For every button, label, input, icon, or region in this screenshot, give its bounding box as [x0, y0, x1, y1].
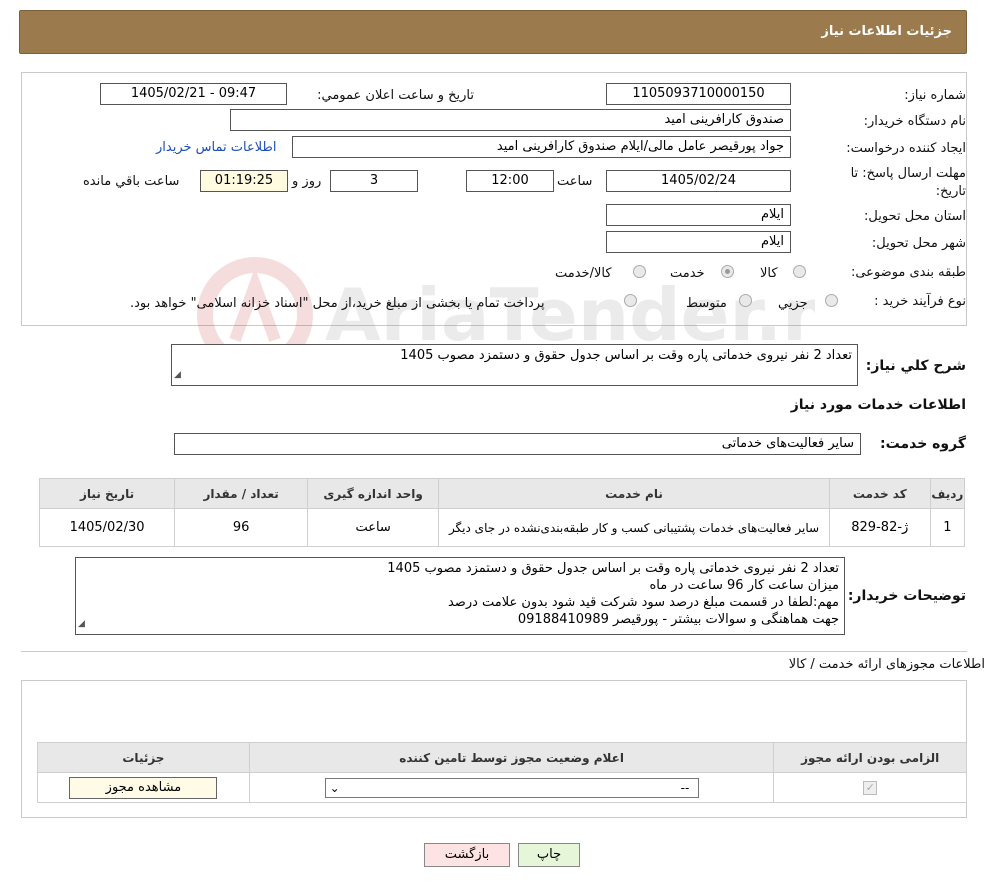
cell-row: 1 — [929, 508, 966, 547]
buyer-notes-textarea[interactable]: تعداد 2 نفر نیروی خدماتی پاره وقت بر اسا… — [75, 557, 845, 635]
permit-status-value: -- — [680, 780, 690, 795]
cell-name: سایر فعالیت‌های خدمات پشتیبانی کسب و کار… — [438, 508, 830, 547]
permit-status-cell: ⌄ -- — [248, 772, 775, 803]
cell-code: ژ-82-829 — [828, 508, 931, 547]
services-table-header: ردیف کد خدمت نام خدمت واحد اندازه گیری ت… — [38, 478, 966, 509]
services-section-title: اطلاعات خدمات مورد نیاز — [790, 397, 966, 413]
category-option-goods: کالا — [760, 266, 778, 281]
category-label: طبقه بندی موضوعی: — [850, 265, 966, 280]
view-permit-button[interactable]: مشاهده مجوز — [69, 776, 218, 799]
days-field: 3 — [330, 170, 418, 192]
service-group-field: سایر فعالیت‌های خدماتی — [174, 433, 861, 455]
purchase-option-medium: متوسط — [686, 296, 727, 311]
buyer-contact-link[interactable]: اطلاعات تماس خریدار — [156, 140, 276, 155]
permits-table-header: الزامی بودن ارائه مجوز اعلام وضعیت مجوز … — [37, 742, 967, 773]
treasury-payment-note: پرداخت تمام یا بخشی از مبلغ خرید،از محل … — [130, 296, 545, 311]
permit-status-select[interactable]: ⌄ -- — [324, 777, 699, 798]
creator-label: ایجاد کننده درخواست: — [846, 141, 966, 156]
buyer-note-line: میزان ساعت کار 96 ساعت در ماه — [649, 578, 839, 593]
purchase-radio-small[interactable] — [825, 294, 838, 307]
service-group-label: گروه خدمت: — [880, 436, 966, 452]
province-field: ایلام — [606, 204, 791, 226]
purchase-radio-medium[interactable] — [739, 294, 752, 307]
remaining-label: ساعت باقي مانده — [83, 174, 180, 189]
permits-table: الزامی بودن ارائه مجوز اعلام وضعیت مجوز … — [37, 742, 967, 803]
resize-grip-icon[interactable]: ◢ — [78, 616, 85, 633]
col-row: ردیف — [929, 478, 966, 509]
days-label: روز و — [292, 174, 322, 189]
col-permit-details: جزئیات — [37, 742, 250, 773]
category-radio-goods-service[interactable] — [633, 265, 646, 278]
buyer-notes-label: توضیحات خریدار: — [847, 588, 966, 604]
category-radio-goods[interactable] — [793, 265, 806, 278]
table-row: ✓ ⌄ -- مشاهده مجوز — [37, 772, 967, 803]
services-table: ردیف کد خدمت نام خدمت واحد اندازه گیری ت… — [38, 478, 966, 547]
resize-grip-icon[interactable]: ◢ — [174, 367, 181, 384]
creator-field: جواد پورقیصر عامل مالی/ایلام صندوق کاراف… — [292, 136, 791, 158]
category-radio-service[interactable] — [721, 265, 734, 278]
city-field: ایلام — [606, 231, 791, 253]
category-option-service: خدمت — [670, 266, 705, 281]
col-name: نام خدمت — [438, 478, 830, 509]
col-permit-required: الزامی بودن ارائه مجوز — [773, 742, 967, 773]
buyer-note-line: مهم:لطفا در قسمت مبلغ درصد سود شرکت قید … — [447, 595, 839, 610]
buyer-note-line: جهت هماهنگی و سوالات بیشتر - پورقیصر 091… — [517, 612, 839, 627]
deadline-time-field: 12:00 — [466, 170, 554, 192]
cell-qty: 96 — [174, 508, 309, 547]
buyer-name-label: نام دستگاه خریدار: — [863, 114, 966, 129]
page-title: جزئیات اطلاعات نیاز — [821, 24, 952, 39]
treasury-checkbox-radio[interactable] — [624, 294, 637, 307]
summary-label: شرح کلي نياز: — [865, 358, 966, 374]
permit-required-cell: ✓ — [773, 772, 967, 803]
col-permit-status: اعلام وضعیت مجوز توسط تامین کننده — [248, 742, 775, 773]
table-row: 1 ژ-82-829 سایر فعالیت‌های خدمات پشتیبان… — [38, 508, 966, 547]
announce-datetime-field: 1405/02/21 - 09:47 — [100, 83, 287, 105]
city-label: شهر محل تحویل: — [871, 236, 966, 251]
buyer-note-line: تعداد 2 نفر نیروی خدماتی پاره وقت بر اسا… — [387, 561, 839, 576]
print-button[interactable]: چاپ — [518, 843, 580, 867]
cell-unit: ساعت — [307, 508, 440, 547]
permit-details-cell: مشاهده مجوز — [37, 772, 250, 803]
buyer-name-field: صندوق کارافرینی امید — [230, 109, 791, 131]
province-label: استان محل تحویل: — [864, 209, 966, 224]
col-date: تاریخ نیاز — [38, 478, 176, 509]
permit-required-checkbox: ✓ — [863, 781, 878, 795]
cell-date: 1405/02/30 — [38, 508, 176, 547]
deadline-label: مهلت ارسال پاسخ: تا تاریخ: — [850, 166, 966, 199]
col-qty: تعداد / مقدار — [174, 478, 309, 509]
page-header: جزئیات اطلاعات نیاز — [19, 10, 967, 54]
need-number-field: 1105093710000150 — [606, 83, 791, 105]
col-code: کد خدمت — [828, 478, 931, 509]
divider — [21, 651, 967, 652]
category-option-goods-service: کالا/خدمت — [555, 266, 612, 281]
permits-section-title: اطلاعات مجوزهای ارائه خدمت / کالا — [788, 657, 985, 672]
summary-textarea[interactable]: تعداد 2 نفر نیروی خدماتی پاره وقت بر اسا… — [171, 344, 858, 386]
need-number-label: شماره نیاز: — [904, 88, 966, 103]
chevron-down-icon: ⌄ — [329, 780, 340, 795]
back-button[interactable]: بازگشت — [424, 843, 510, 867]
col-unit: واحد اندازه گیری — [307, 478, 440, 509]
announce-label: تاریخ و ساعت اعلان عمومي: — [317, 88, 474, 103]
deadline-time-label: ساعت — [557, 174, 593, 189]
remaining-time-field: 01:19:25 — [200, 170, 288, 192]
summary-text: تعداد 2 نفر نیروی خدماتی پاره وقت بر اسا… — [400, 348, 852, 363]
purchase-option-small: جزیي — [778, 296, 808, 311]
purchase-type-label: نوع فرآیند خرید : — [874, 294, 966, 309]
deadline-date-field: 1405/02/24 — [606, 170, 791, 192]
